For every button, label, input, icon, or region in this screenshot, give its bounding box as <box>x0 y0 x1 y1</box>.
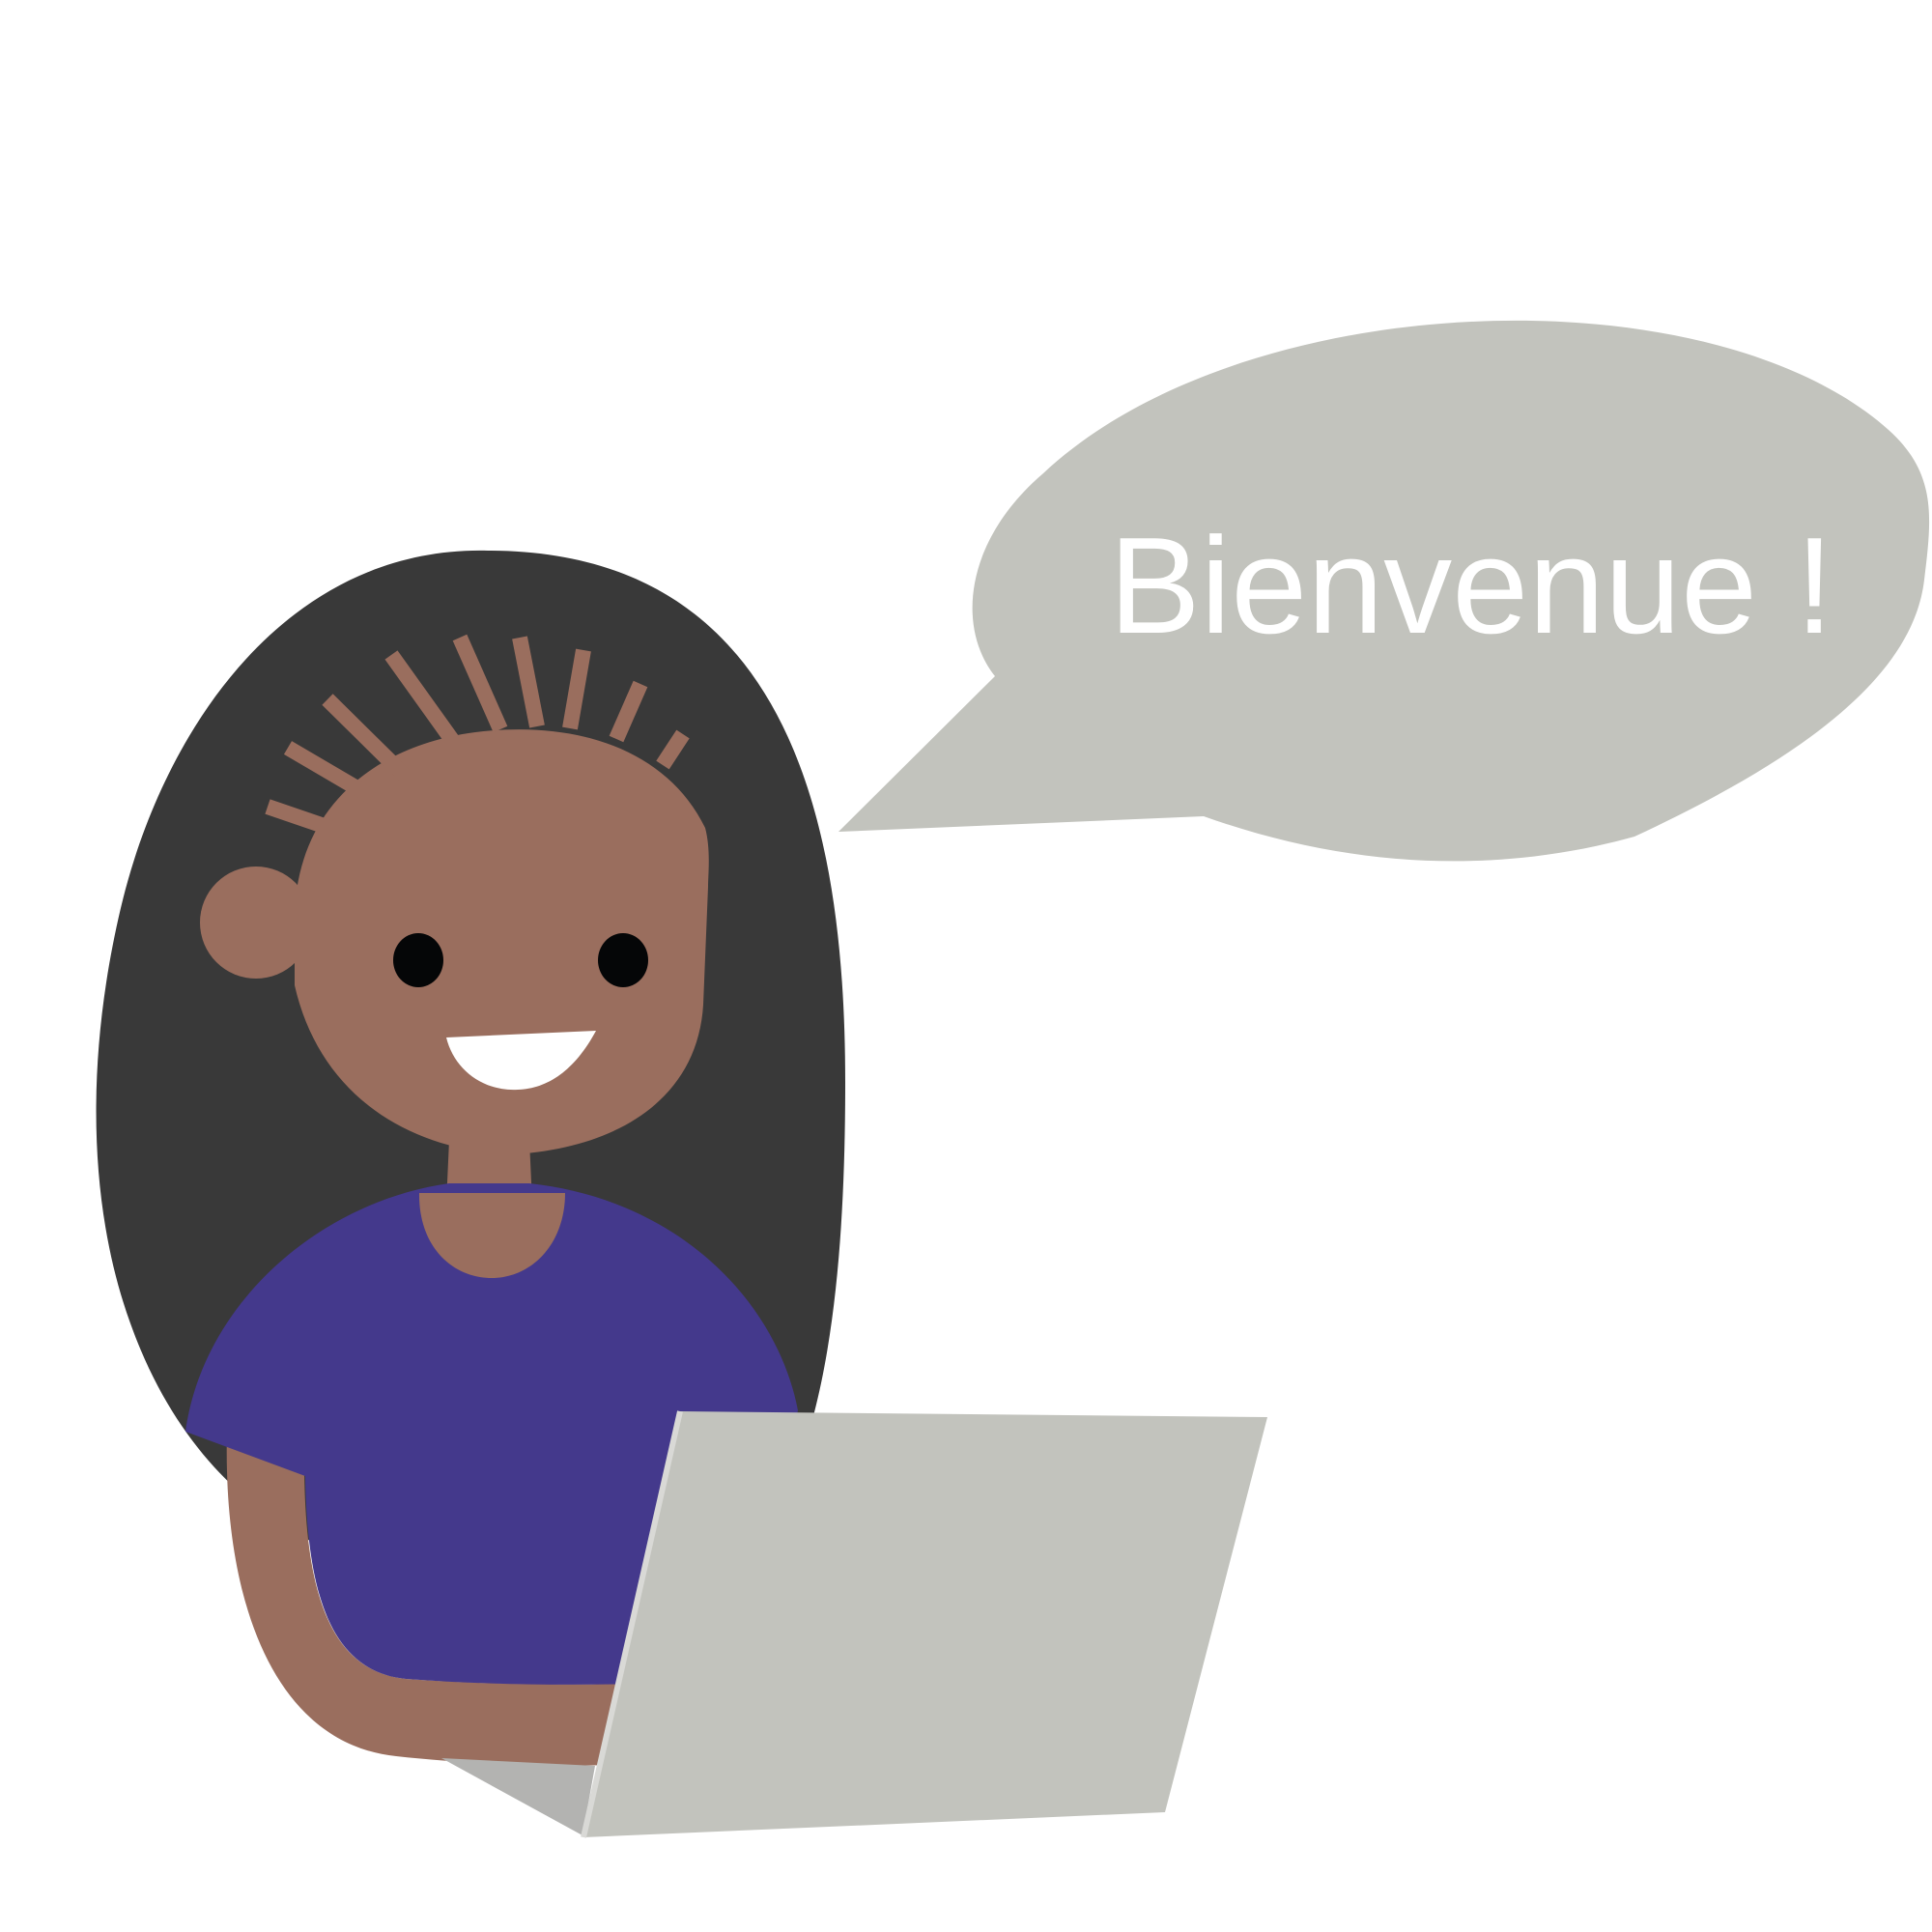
left-eye <box>393 933 443 987</box>
laptop-screen <box>583 1411 1267 1837</box>
speech-text: Bienvenue ! <box>1109 509 1833 663</box>
right-eye <box>598 933 648 987</box>
welcome-illustration: Bienvenue ! <box>0 0 1932 1932</box>
